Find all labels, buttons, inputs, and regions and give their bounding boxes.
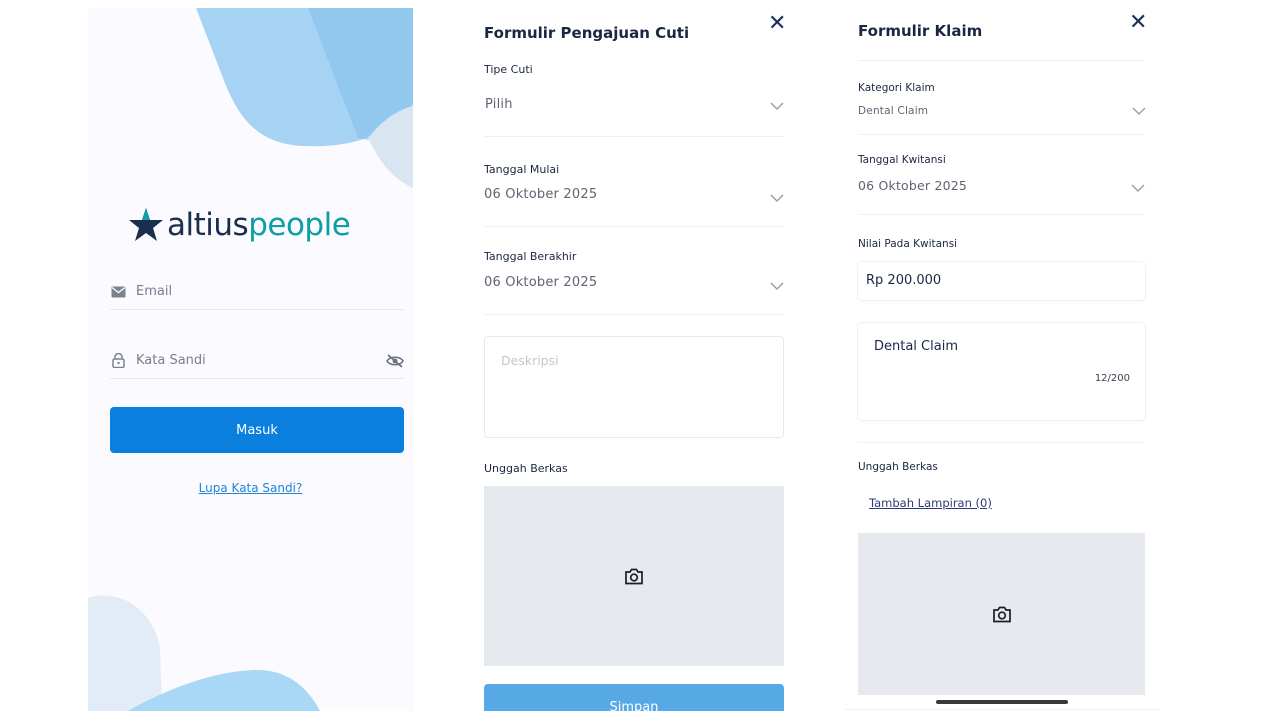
decorative-blob-bottom (88, 595, 320, 711)
close-icon[interactable]: ✕ (1129, 12, 1147, 34)
end-date-label: Tanggal Berakhir (484, 250, 577, 263)
chevron-down-icon[interactable] (770, 101, 784, 111)
decorative-blob-top (196, 8, 413, 188)
leave-type-label: Tipe Cuti (484, 63, 533, 76)
login-button[interactable]: Masuk (110, 407, 404, 453)
divider (484, 136, 784, 137)
leave-type-select[interactable]: Pilih (485, 97, 513, 112)
forgot-password-link[interactable]: Lupa Kata Sandi? (88, 481, 413, 495)
receipt-value: Rp 200.000 (866, 273, 942, 288)
character-counter: 12/200 (1094, 373, 1130, 384)
save-button[interactable]: Simpan (484, 684, 784, 711)
divider (484, 314, 784, 315)
divider (484, 226, 784, 227)
chevron-down-icon[interactable] (770, 193, 784, 203)
claim-screen: Formulir Klaim ✕ Kategori Klaim Dental C… (845, 8, 1160, 711)
email-placeholder: Email (136, 284, 173, 299)
camera-icon (625, 568, 643, 584)
claim-category-select[interactable]: Dental Claim (858, 105, 928, 117)
receipt-value-input[interactable]: Rp 200.000 (858, 262, 1145, 300)
chevron-down-icon[interactable] (770, 281, 784, 291)
start-date-field[interactable]: 06 Oktober 2025 (484, 187, 597, 202)
home-indicator (936, 700, 1068, 704)
receipt-date-label: Tanggal Kwitansi (858, 154, 946, 166)
login-screen: altius people Email Kata Sandi Masuk Lup… (88, 8, 413, 711)
chevron-down-icon[interactable] (1132, 106, 1146, 116)
end-date-field[interactable]: 06 Oktober 2025 (484, 275, 597, 290)
password-field[interactable]: Kata Sandi (110, 343, 404, 379)
camera-icon (992, 606, 1011, 622)
brand-name-part2: people (248, 206, 351, 243)
receipt-date-field[interactable]: 06 Oktober 2025 (858, 178, 967, 193)
upload-label: Unggah Berkas (858, 461, 938, 473)
divider (845, 709, 1160, 710)
divider (858, 60, 1145, 61)
password-placeholder: Kata Sandi (136, 353, 206, 368)
mail-icon (110, 284, 126, 300)
upload-area[interactable] (484, 486, 784, 666)
chevron-down-icon[interactable] (1131, 183, 1145, 193)
claim-description-input[interactable]: Dental Claim 12/200 (858, 323, 1145, 420)
divider (858, 214, 1145, 215)
add-attachment-link[interactable]: Tambah Lampiran (0) (869, 496, 992, 510)
divider (858, 134, 1145, 135)
close-icon[interactable]: ✕ (768, 13, 786, 35)
star-logo-icon (129, 208, 163, 241)
description-placeholder: Deskripsi (501, 353, 559, 368)
page-title: Formulir Klaim (858, 22, 983, 40)
upload-area[interactable] (858, 533, 1145, 695)
start-date-label: Tanggal Mulai (484, 163, 560, 176)
email-field[interactable]: Email (110, 274, 404, 310)
divider (858, 442, 1145, 443)
description-input[interactable]: Deskripsi (484, 336, 784, 438)
lock-icon (110, 353, 126, 369)
leave-request-screen: Formulir Pengajuan Cuti ✕ Tipe Cuti Pili… (470, 8, 800, 711)
eye-off-icon[interactable] (386, 353, 404, 368)
brand-name-part1: altius (167, 206, 249, 243)
page-title: Formulir Pengajuan Cuti (484, 24, 690, 42)
claim-category-label: Kategori Klaim (858, 82, 935, 94)
receipt-value-label: Nilai Pada Kwitansi (858, 238, 958, 250)
altius-people-logo: altius people (128, 204, 388, 246)
upload-label: Unggah Berkas (484, 462, 568, 475)
claim-description-value: Dental Claim (874, 339, 958, 354)
